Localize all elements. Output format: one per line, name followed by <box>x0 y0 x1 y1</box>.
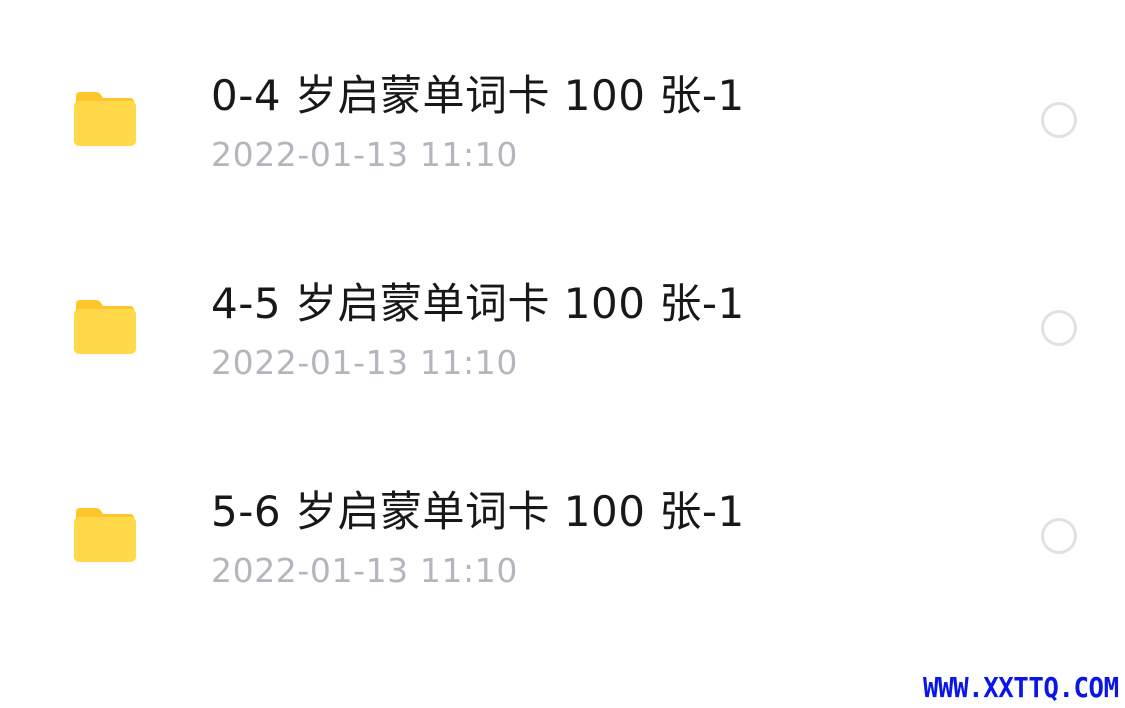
list-item[interactable]: 4-5 岁启蒙单词卡 100 张-1 2022-01-13 11:10 <box>0 224 1125 432</box>
select-radio[interactable] <box>1041 310 1077 346</box>
file-name: 4-5 岁启蒙单词卡 100 张-1 <box>211 279 745 328</box>
list-item[interactable]: 5-6 岁启蒙单词卡 100 张-1 2022-01-13 11:10 <box>0 432 1125 640</box>
select-radio[interactable] <box>1041 102 1077 138</box>
file-name: 5-6 岁启蒙单词卡 100 张-1 <box>211 487 745 536</box>
list-item[interactable]: 0-4 岁启蒙单词卡 100 张-1 2022-01-13 11:10 <box>0 16 1125 224</box>
file-date: 2022-01-13 11:10 <box>211 343 518 382</box>
folder-icon <box>72 506 138 564</box>
folder-icon <box>72 298 138 356</box>
watermark: WWW.XXTTQ.COM <box>923 671 1119 704</box>
select-radio[interactable] <box>1041 518 1077 554</box>
folder-icon <box>72 90 138 148</box>
file-date: 2022-01-13 11:10 <box>211 135 518 174</box>
file-name: 0-4 岁启蒙单词卡 100 张-1 <box>211 71 745 120</box>
file-date: 2022-01-13 11:10 <box>211 551 518 590</box>
